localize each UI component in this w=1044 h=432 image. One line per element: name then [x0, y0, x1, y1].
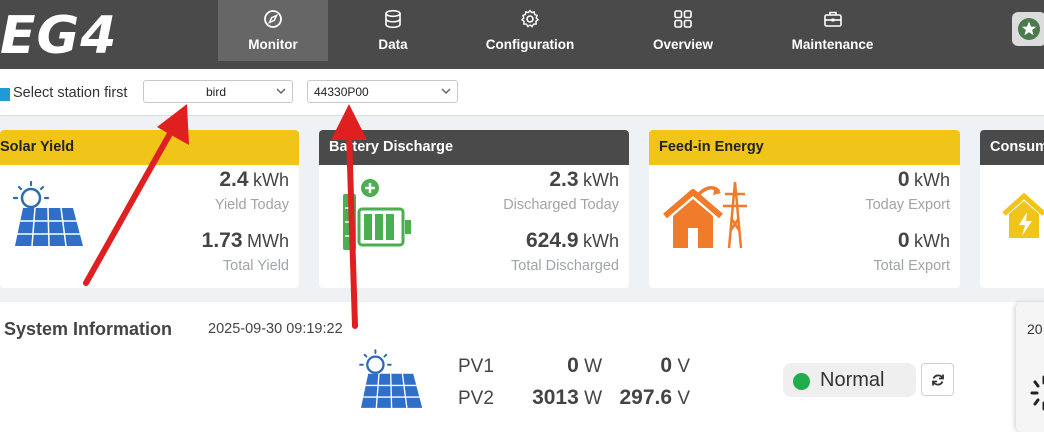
- grid-icon: [633, 9, 733, 29]
- nav-item-overview[interactable]: Overview: [633, 0, 733, 61]
- top-nav-bar: EG4 Monitor Data Configuration Overview …: [0, 0, 1044, 69]
- pv1-label: PV1: [458, 356, 494, 377]
- pv2-row: PV2 3013 W 297.6 V: [458, 386, 698, 409]
- nav-item-maintenance[interactable]: Maintenance: [775, 0, 890, 61]
- station-dropdown-value: bird: [206, 85, 227, 99]
- total-export-value: 0: [897, 229, 910, 252]
- card-title: Solar Yield: [0, 130, 299, 165]
- battery-icon: [343, 179, 411, 250]
- pv1-row: PV1 0 W 0 V: [458, 354, 698, 377]
- yield-today-label: Yield Today: [214, 197, 289, 213]
- station-dropdown[interactable]: bird: [143, 80, 293, 103]
- total-discharged-stat: 624.9 kWh Total Discharged: [511, 229, 619, 274]
- inverter-serial-dropdown[interactable]: 44330P00: [307, 80, 458, 103]
- pv1-watts-unit: W: [584, 356, 602, 377]
- yield-today-value: 2.4: [219, 168, 249, 191]
- pv2-volts-unit: V: [677, 388, 690, 409]
- today-export-value: 0: [897, 168, 910, 191]
- nav-label-configuration: Configuration: [485, 37, 575, 52]
- total-yield-unit: MWh: [247, 231, 289, 251]
- loading-spinner-icon: [1030, 375, 1044, 411]
- discharged-today-label: Discharged Today: [503, 197, 619, 213]
- refresh-button[interactable]: [921, 363, 954, 396]
- discharged-today-stat: 2.3 kWh Discharged Today: [503, 168, 619, 213]
- discharged-today-unit: kWh: [583, 170, 619, 190]
- total-discharged-label: Total Discharged: [511, 258, 619, 274]
- total-export-unit: kWh: [914, 231, 950, 251]
- card-title: Feed-in Energy: [649, 130, 960, 165]
- brand-logo[interactable]: EG4: [0, 10, 117, 62]
- nav-item-monitor[interactable]: Monitor: [218, 0, 328, 61]
- total-yield-stat: 1.73 MWh Total Yield: [202, 229, 289, 274]
- favorite-button[interactable]: [1012, 12, 1044, 46]
- total-discharged-value: 624.9: [525, 229, 579, 252]
- pv2-watts-unit: W: [584, 388, 602, 409]
- yield-today-stat: 2.4 kWh Yield Today: [215, 168, 289, 213]
- status-badge: Normal: [783, 363, 916, 397]
- side-panel[interactable]: 20: [1016, 302, 1044, 432]
- card-title: Consum: [980, 130, 1044, 165]
- total-discharged-unit: kWh: [583, 231, 619, 251]
- yield-today-unit: kWh: [253, 170, 289, 190]
- compass-icon: [218, 9, 328, 29]
- select-station-label: Select station first: [13, 85, 128, 101]
- nav-label-data: Data: [378, 37, 408, 52]
- system-info-timestamp: 2025-09-30 09:19:22: [208, 321, 343, 337]
- pv1-watts: 0: [567, 354, 579, 377]
- house-grid-icon: [663, 181, 747, 249]
- status-dot-icon: [793, 373, 810, 390]
- system-information-panel: System Information 2025-09-30 09:19:22 P…: [0, 302, 1044, 432]
- total-yield-label: Total Yield: [222, 258, 289, 274]
- toolbox-icon: [775, 9, 890, 29]
- pv2-label: PV2: [458, 388, 494, 409]
- solar-yield-card: Solar Yield 2.4 kWh Yield Today 1.73 MWh…: [0, 130, 299, 288]
- pv2-watts: 3013: [532, 386, 579, 409]
- inverter-serial-value: 44330P00: [314, 85, 369, 99]
- pv2-volts: 297.6: [619, 386, 673, 409]
- status-text: Normal: [820, 369, 885, 391]
- discharged-today-value: 2.3: [549, 168, 579, 191]
- nav-item-configuration[interactable]: Configuration: [470, 0, 590, 61]
- gear-icon: [470, 9, 590, 29]
- side-panel-text: 20: [1027, 321, 1043, 337]
- consumption-card: Consum: [980, 130, 1044, 288]
- system-info-title: System Information: [4, 319, 173, 339]
- select-station-checkbox[interactable]: [0, 88, 10, 101]
- feed-in-energy-card: Feed-in Energy 0 kWh Today Export 0 kWh …: [649, 130, 960, 288]
- today-export-stat: 0 kWh Today Export: [865, 168, 950, 213]
- total-export-label: Total Export: [873, 258, 950, 274]
- database-icon: [348, 9, 438, 29]
- solar-panel-icon: [12, 180, 83, 247]
- solar-panel-icon: [359, 349, 423, 408]
- today-export-label: Today Export: [865, 197, 950, 213]
- card-title: Battery Discharge: [319, 130, 629, 165]
- chevron-down-icon: [276, 88, 286, 95]
- today-export-unit: kWh: [914, 170, 950, 190]
- total-yield-value: 1.73: [201, 229, 243, 252]
- station-select-bar: Select station first bird 44330P00: [0, 69, 1044, 116]
- nav-label-maintenance: Maintenance: [791, 37, 874, 52]
- house-lightning-icon: [1002, 192, 1044, 238]
- pv1-volts: 0: [660, 354, 673, 377]
- star-icon: [1018, 18, 1040, 40]
- pv1-volts-unit: V: [677, 356, 690, 377]
- refresh-icon: [932, 374, 944, 386]
- nav-label-monitor: Monitor: [248, 37, 298, 52]
- total-export-stat: 0 kWh Total Export: [873, 229, 950, 274]
- nav-label-overview: Overview: [652, 37, 714, 52]
- nav-item-data[interactable]: Data: [348, 0, 438, 61]
- chevron-down-icon: [441, 88, 451, 95]
- battery-discharge-card: Battery Discharge 2.3 kWh Discharged Tod…: [319, 130, 629, 288]
